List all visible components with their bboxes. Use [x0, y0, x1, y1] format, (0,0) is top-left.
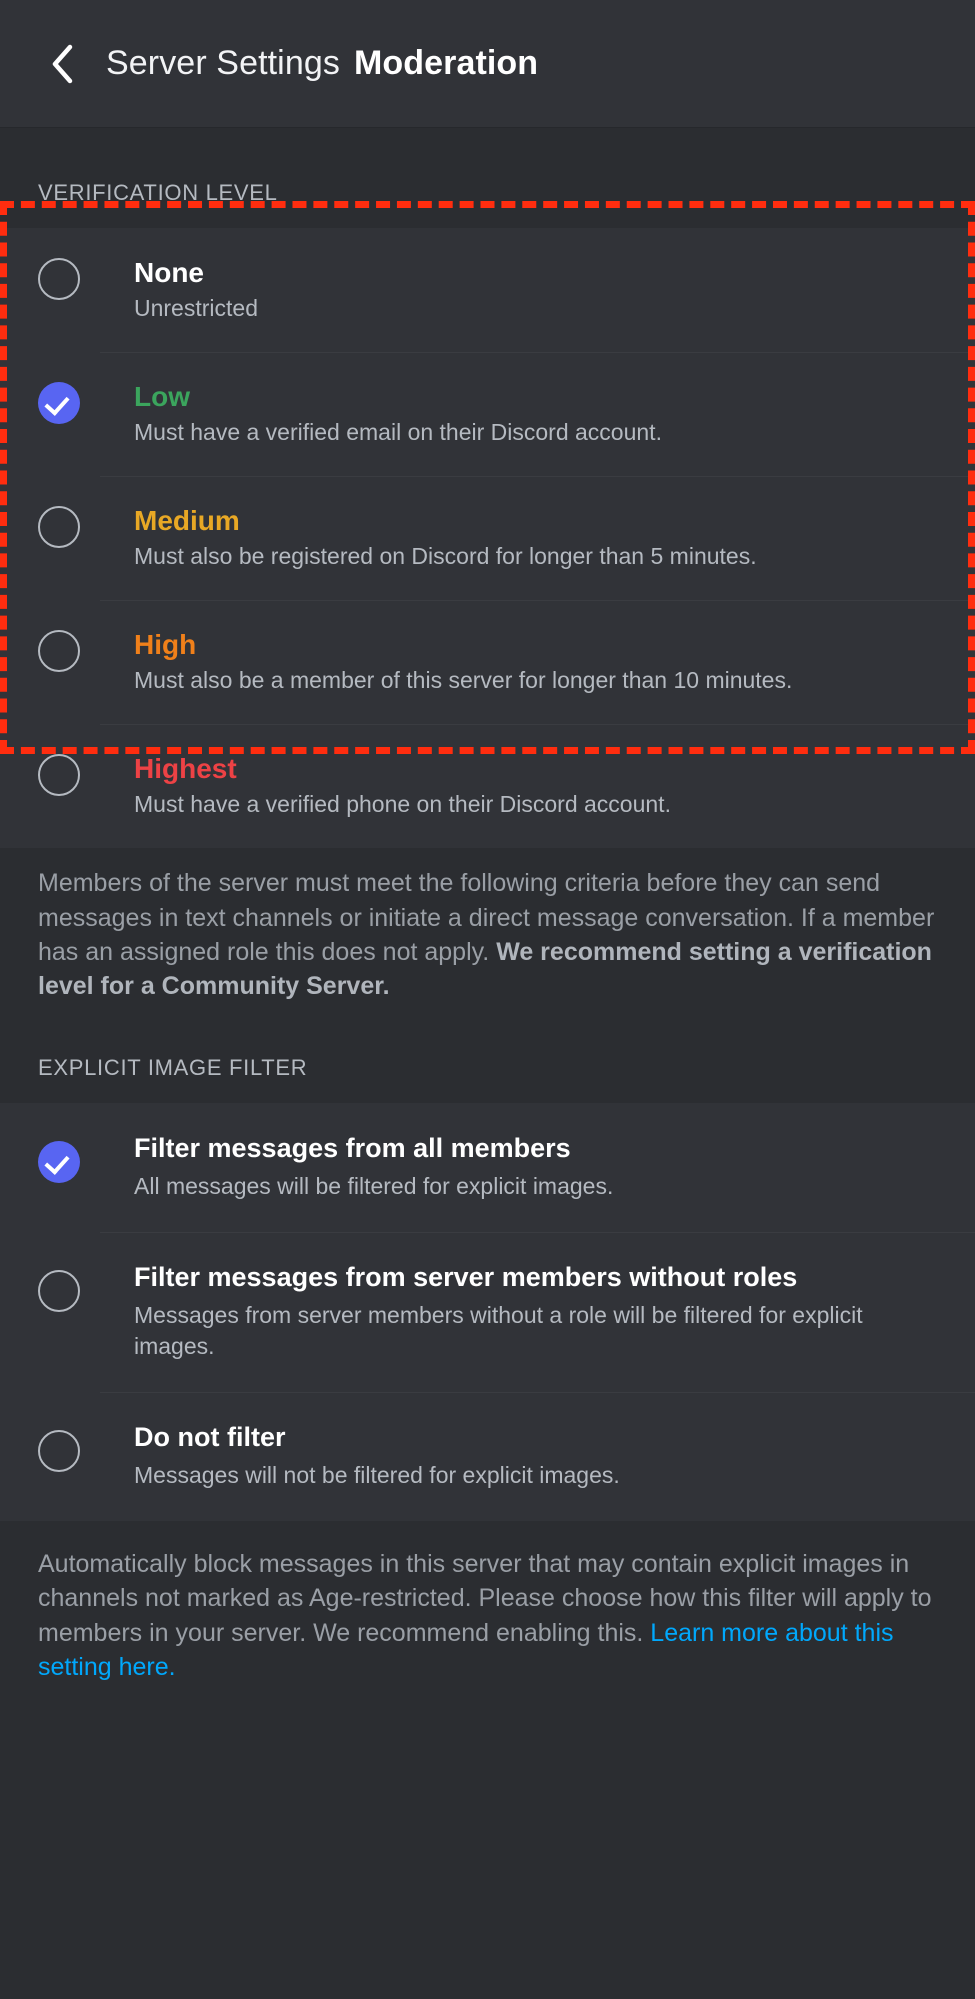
- option-label: Filter messages from all members: [134, 1133, 571, 1164]
- option-label: Highest: [134, 753, 237, 785]
- option-description: Must also be a member of this server for…: [134, 667, 793, 694]
- option-text: Filter messages from server members with…: [134, 1262, 941, 1362]
- option-description: Must have a verified phone on their Disc…: [134, 791, 671, 818]
- verification-option-low[interactable]: Low Must have a verified email on their …: [0, 352, 975, 476]
- option-description: Must also be registered on Discord for l…: [134, 543, 757, 570]
- radio-checked-icon[interactable]: [38, 382, 80, 425]
- filter-option-all-members[interactable]: Filter messages from all members All mes…: [0, 1103, 975, 1232]
- radio-unchecked-icon[interactable]: [38, 630, 80, 673]
- radio-unchecked-icon[interactable]: [38, 754, 80, 797]
- radio-unchecked-icon[interactable]: [38, 506, 80, 549]
- app-header: Server Settings Moderation: [0, 0, 975, 128]
- option-description: Messages from server members without a r…: [134, 1302, 863, 1360]
- option-text: High Must also be a member of this serve…: [134, 628, 802, 696]
- option-text: Highest Must have a verified phone on th…: [134, 752, 681, 820]
- option-text: Filter messages from all members All mes…: [134, 1133, 623, 1202]
- verification-description: Members of the server must meet the foll…: [0, 848, 975, 1003]
- option-label: High: [134, 629, 197, 661]
- filter-option-do-not-filter[interactable]: Do not filter Messages will not be filte…: [0, 1392, 975, 1521]
- option-label: Medium: [134, 505, 240, 537]
- back-button[interactable]: [40, 42, 84, 86]
- radio-unchecked-icon[interactable]: [38, 1270, 80, 1313]
- verification-option-high[interactable]: High Must also be a member of this serve…: [0, 600, 975, 724]
- verification-option-highest[interactable]: Highest Must have a verified phone on th…: [0, 724, 975, 848]
- option-label: None: [134, 257, 204, 288]
- option-label: Filter messages from server members with…: [134, 1262, 798, 1293]
- radio-checked-icon[interactable]: [38, 1141, 80, 1184]
- filter-option-members-without-roles[interactable]: Filter messages from server members with…: [0, 1232, 975, 1392]
- option-text: Medium Must also be registered on Discor…: [134, 504, 767, 572]
- page-title: Moderation: [353, 44, 539, 82]
- option-text: Low Must have a verified email on their …: [134, 380, 672, 448]
- breadcrumb[interactable]: Server Settings: [106, 44, 340, 83]
- settings-body: VERIFICATION LEVEL None Unrestricted Low…: [0, 128, 975, 1685]
- option-label: Do not filter: [134, 1422, 286, 1453]
- verification-option-none[interactable]: None Unrestricted: [0, 228, 975, 352]
- explicit-image-filter-option-list: Filter messages from all members All mes…: [0, 1103, 975, 1522]
- option-description: Unrestricted: [134, 295, 258, 322]
- option-text: None Unrestricted: [134, 256, 268, 324]
- option-text: Do not filter Messages will not be filte…: [134, 1422, 630, 1491]
- explicit-filter-description: Automatically block messages in this ser…: [0, 1521, 975, 1684]
- verification-option-medium[interactable]: Medium Must also be registered on Discor…: [0, 476, 975, 600]
- discord-moderation-settings-screen: Server Settings Moderation VERIFICATION …: [0, 0, 975, 1999]
- option-description: Messages will not be filtered for explic…: [134, 1462, 620, 1489]
- chevron-left-icon: [49, 43, 75, 85]
- radio-unchecked-icon[interactable]: [38, 1430, 80, 1473]
- explicit-image-filter-section-label: EXPLICIT IMAGE FILTER: [38, 1055, 308, 1081]
- option-label: Low: [134, 381, 190, 413]
- radio-unchecked-icon[interactable]: [38, 258, 80, 300]
- header-titles: Server Settings Moderation: [106, 44, 538, 83]
- option-description: All messages will be filtered for explic…: [134, 1173, 614, 1200]
- option-description: Must have a verified email on their Disc…: [134, 419, 662, 446]
- verification-level-section-label: VERIFICATION LEVEL: [38, 180, 278, 205]
- verification-level-option-list: None Unrestricted Low Must have a verifi…: [0, 228, 975, 849]
